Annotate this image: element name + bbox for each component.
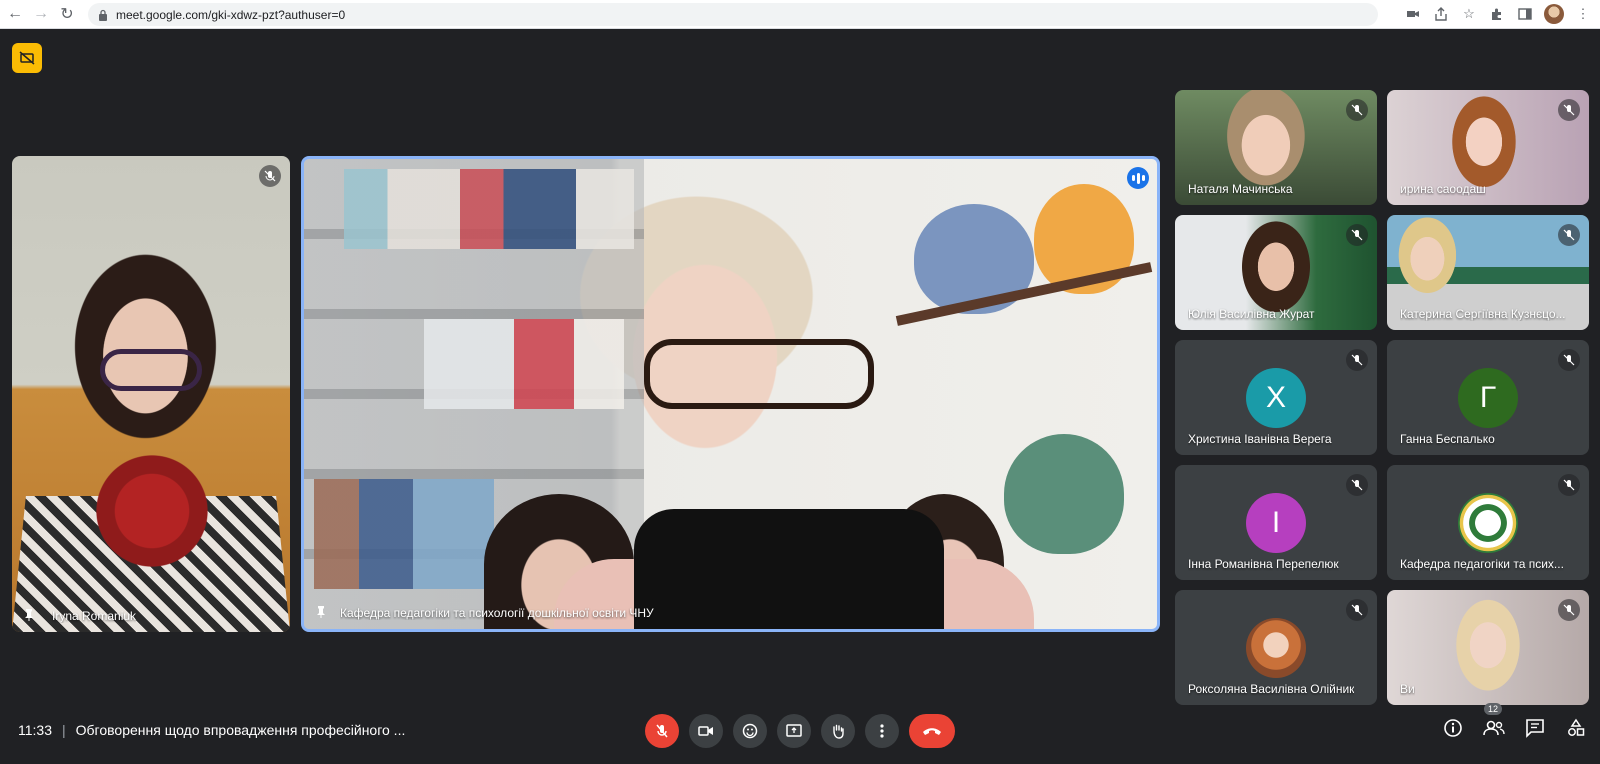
participant-name: Катерина Сергіївна Кузнєцо...	[1400, 307, 1566, 321]
participant-video-detail	[314, 479, 494, 589]
raise-hand-icon[interactable]	[821, 714, 855, 748]
forward-icon[interactable]: →	[30, 3, 52, 25]
people-icon[interactable]: 12	[1482, 703, 1506, 740]
avatar: Г	[1458, 368, 1518, 428]
call-controls	[645, 714, 955, 748]
participant-tile[interactable]: Кафедра педагогіки та псих...	[1387, 465, 1589, 580]
participant-video-detail	[344, 169, 634, 249]
participant-video-detail	[644, 339, 874, 409]
info-icon[interactable]	[1441, 716, 1465, 740]
participant-name: ирина саоодаш	[1400, 182, 1486, 196]
sidepanel-icon[interactable]	[1516, 5, 1534, 23]
participant-tile-main[interactable]: Кафедра педагогіки та психології дошкіль…	[301, 156, 1160, 632]
menu-icon[interactable]: ⋮	[1574, 5, 1592, 23]
mic-off-icon	[1558, 99, 1580, 121]
participant-tile-left[interactable]: Iryna Romaniuk	[12, 156, 290, 632]
participant-name: Кафедра педагогіки та псих...	[1400, 557, 1564, 571]
mic-off-icon	[1346, 224, 1368, 246]
avatar: І	[1246, 493, 1306, 553]
back-icon[interactable]: ←	[4, 3, 26, 25]
participant-video-detail	[634, 509, 944, 629]
participant-name: Кафедра педагогіки та психології дошкіль…	[340, 606, 654, 620]
mic-off-icon[interactable]	[645, 714, 679, 748]
participant-video-detail	[100, 349, 202, 391]
url-text: meet.google.com/gki-xdwz-pzt?authuser=0	[116, 7, 346, 22]
participant-name: Христина Іванівна Верега	[1188, 432, 1332, 446]
participant-tile[interactable]: Катерина Сергіївна Кузнєцо...	[1387, 215, 1589, 330]
participant-name: Iryna Romaniuk	[52, 609, 137, 623]
mic-off-icon	[1346, 474, 1368, 496]
meeting-info: 11:33 | Обговорення щодо впровадження пр…	[18, 722, 405, 738]
participant-tile[interactable]: Наталя Мачинська	[1175, 90, 1377, 205]
meeting-title[interactable]: Обговорення щодо впровадження професійно…	[76, 722, 406, 738]
avatar	[1458, 493, 1518, 553]
mic-off-icon	[1558, 224, 1580, 246]
self-tile[interactable]: Ви	[1387, 590, 1589, 705]
end-call-icon[interactable]	[909, 714, 955, 748]
share-icon[interactable]	[1432, 5, 1450, 23]
participant-video-detail	[424, 319, 624, 409]
chat-icon[interactable]	[1523, 716, 1547, 740]
camera-off-badge-icon[interactable]	[12, 43, 42, 73]
participant-name: Наталя Мачинська	[1188, 182, 1293, 196]
camera-blocked-icon[interactable]	[1404, 5, 1422, 23]
mic-off-icon	[1346, 99, 1368, 121]
lock-icon	[99, 9, 107, 21]
mic-off-icon	[1346, 349, 1368, 371]
participant-tile[interactable]: Юлія Василівна Журат	[1175, 215, 1377, 330]
participant-name: Ганна Беспалько	[1400, 432, 1495, 446]
mic-off-icon	[259, 165, 281, 187]
profile-avatar[interactable]	[1544, 4, 1564, 24]
mic-off-icon	[1558, 349, 1580, 371]
participant-tile[interactable]: Х Христина Іванівна Верега	[1175, 340, 1377, 455]
camera-icon[interactable]	[689, 714, 723, 748]
participant-tile[interactable]: ирина саоодаш	[1387, 90, 1589, 205]
address-bar[interactable]: meet.google.com/gki-xdwz-pzt?authuser=0	[88, 3, 1378, 26]
participant-name: Інна Романівна Перепелюк	[1188, 557, 1339, 571]
speaking-icon	[1127, 167, 1149, 189]
mic-off-icon	[1558, 474, 1580, 496]
more-icon[interactable]	[865, 714, 899, 748]
emoji-icon[interactable]	[733, 714, 767, 748]
mic-off-icon	[1346, 599, 1368, 621]
participant-tile[interactable]: Г Ганна Беспалько	[1387, 340, 1589, 455]
avatar	[1246, 618, 1306, 678]
mic-off-icon	[1558, 599, 1580, 621]
extensions-icon[interactable]	[1488, 5, 1506, 23]
activities-icon[interactable]	[1564, 716, 1588, 740]
separator: |	[62, 722, 66, 738]
avatar: Х	[1246, 368, 1306, 428]
meeting-controls-bar: 11:33 | Обговорення щодо впровадження пр…	[0, 702, 1600, 764]
reload-icon[interactable]: ↻	[56, 3, 78, 25]
meeting-time: 11:33	[18, 722, 52, 738]
pin-icon[interactable]	[22, 608, 36, 622]
participant-name: Роксоляна Василівна Олійник	[1188, 682, 1355, 696]
participant-video-detail	[1004, 434, 1124, 554]
browser-toolbar: ← → ↻ meet.google.com/gki-xdwz-pzt?authu…	[0, 0, 1600, 29]
meet-stage: Iryna Romaniuk Кафедра педагогіки та пси…	[0, 29, 1600, 764]
pin-icon[interactable]	[314, 605, 328, 619]
participant-count-badge: 12	[1484, 703, 1503, 715]
side-controls: 12	[1441, 703, 1588, 740]
participant-tile[interactable]: І Інна Романівна Перепелюк	[1175, 465, 1377, 580]
participant-name: Ви	[1400, 682, 1415, 696]
present-icon[interactable]	[777, 714, 811, 748]
participant-tile[interactable]: Роксоляна Василівна Олійник	[1175, 590, 1377, 705]
star-icon[interactable]: ☆	[1460, 5, 1478, 23]
participant-name: Юлія Василівна Журат	[1188, 307, 1315, 321]
participant-video-detail	[87, 446, 217, 576]
